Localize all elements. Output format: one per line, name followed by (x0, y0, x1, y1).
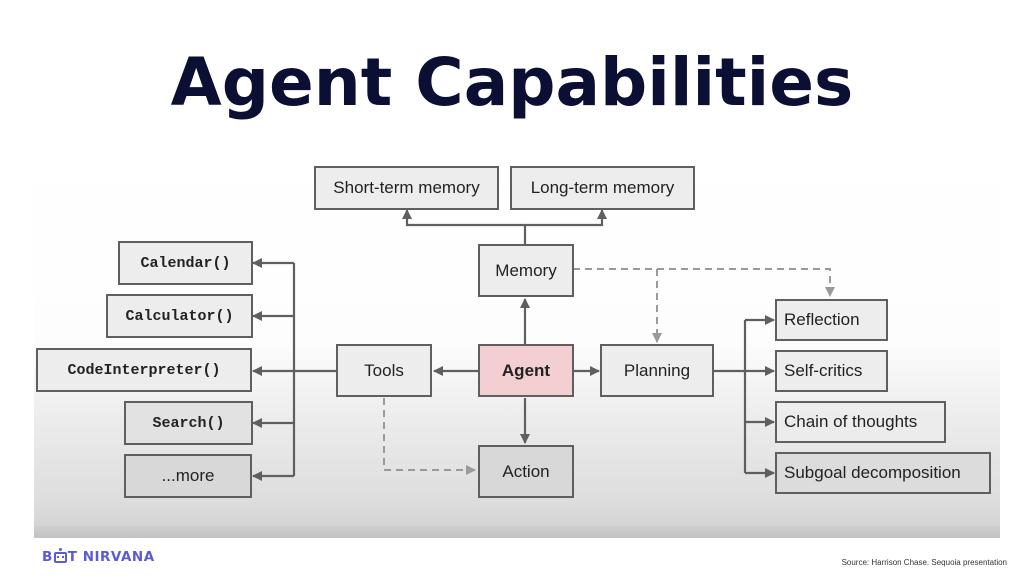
panel-bottom-edge (34, 526, 1000, 538)
node-tool-calculator: Calculator() (106, 294, 253, 338)
node-plan-reflection: Reflection (775, 299, 888, 341)
edge-memory-branch (402, 209, 527, 244)
slide-title: Agent Capabilities (170, 44, 854, 121)
node-action: Action (478, 445, 574, 498)
node-planning: Planning (600, 344, 714, 397)
node-tool-codeinterpreter: CodeInterpreter() (36, 348, 252, 392)
node-plan-chain-of-thoughts: Chain of thoughts (775, 401, 946, 443)
node-tool-more: ...more (124, 454, 252, 498)
edge-memory-planning-dashed (573, 268, 835, 297)
node-short-term-memory: Short-term memory (314, 166, 499, 210)
edge-memory-long-term (525, 209, 607, 227)
node-long-term-memory: Long-term memory (510, 166, 695, 210)
source-caption: Source: Harrison Chase. Sequoia presenta… (841, 558, 1007, 567)
diagram-panel: Short-term memory Long-term memory Memor… (34, 146, 1000, 538)
brand-suffix: T NIRVANA (67, 549, 155, 565)
node-plan-subgoal-decomposition: Subgoal decomposition (775, 452, 991, 494)
node-tool-calendar: Calendar() (118, 241, 253, 285)
node-tool-search: Search() (124, 401, 253, 445)
brand-logo: B T NIRVANA (42, 547, 155, 566)
node-plan-selfcritics: Self-critics (775, 350, 888, 392)
node-tools: Tools (336, 344, 432, 397)
robot-icon (53, 547, 67, 563)
brand-prefix: B (42, 549, 53, 565)
node-memory: Memory (478, 244, 574, 297)
edge-tools-action-dashed (383, 398, 476, 475)
node-agent: Agent (478, 344, 574, 397)
